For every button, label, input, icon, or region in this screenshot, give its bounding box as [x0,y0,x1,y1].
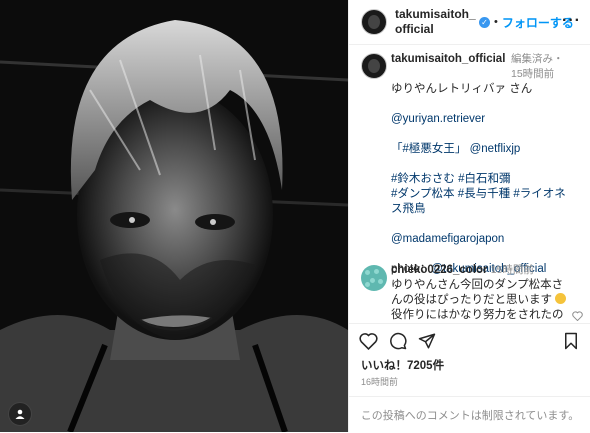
hashtag-line[interactable]: #ダンプ松本 #長与千種 #ライオネス飛鳥 [391,187,576,217]
comment-time: 15時間前 [490,264,534,276]
comment-like-heart-icon[interactable] [572,311,583,321]
meta-dot: ・ [553,53,564,65]
comment-text: ゆりやんさん今回のダンプ松本さんの役はぴったりだと思います [391,279,564,306]
user-tag-icon[interactable] [8,402,32,426]
post-timestamp[interactable]: 16時間前 [361,375,398,388]
comment-text-continued: 役作りにはかなり努力をされたの [391,309,564,321]
avatar[interactable] [361,9,387,35]
separator-dot: • [494,16,498,28]
caption-line: ゆりやんレトリィバァ さん [391,83,533,95]
verified-badge-icon: ✓ [479,16,490,28]
mention-link[interactable]: @yuriyan.retriever [391,112,576,127]
comments-disabled-notice: この投稿へのコメントは制限されています。 [349,396,590,433]
edited-label: 編集済み [511,53,553,65]
save-icon[interactable] [563,332,579,355]
smile-emoji-icon [555,293,567,304]
like-count[interactable]: いいね！7205件 [361,357,444,373]
commenter-username[interactable]: chieko0226_color [391,264,488,276]
commenter-avatar[interactable] [361,265,387,291]
header-username[interactable]: takumisaitoh_official [395,7,477,37]
comments-scroll-area[interactable]: takumisaitoh_official 編集済み・ 15時間前 ゆりやんレトリ… [349,45,590,321]
heart-icon[interactable] [359,332,378,355]
share-icon[interactable] [418,332,436,355]
caption: takumisaitoh_official 編集済み・ 15時間前 ゆりやんレトリ… [391,52,576,277]
post-detail-panel: takumisaitoh_official ✓ • フォローする ··· tak… [348,0,590,432]
mention-link[interactable]: @madamefigarojapon [391,232,576,247]
action-bar [349,323,590,358]
more-options-button[interactable]: ··· [562,12,581,30]
caption-avatar[interactable] [361,53,387,79]
post-header: takumisaitoh_official ✓ • フォローする ··· [349,0,590,45]
hashtag-line[interactable]: #鈴木おさむ #白石和彌 [391,172,576,187]
likes-count-value: 7205件 [407,360,445,372]
hashtag-link[interactable]: 「#極悪女王」 [391,143,466,155]
comment-icon[interactable] [389,332,407,355]
mention-link[interactable]: @netflixjp [470,143,521,155]
likes-label: いいね！ [361,360,407,372]
caption-time: 15時間前 [511,68,555,80]
caption-username[interactable]: takumisaitoh_official [391,53,505,65]
post-photo[interactable] [0,0,348,432]
